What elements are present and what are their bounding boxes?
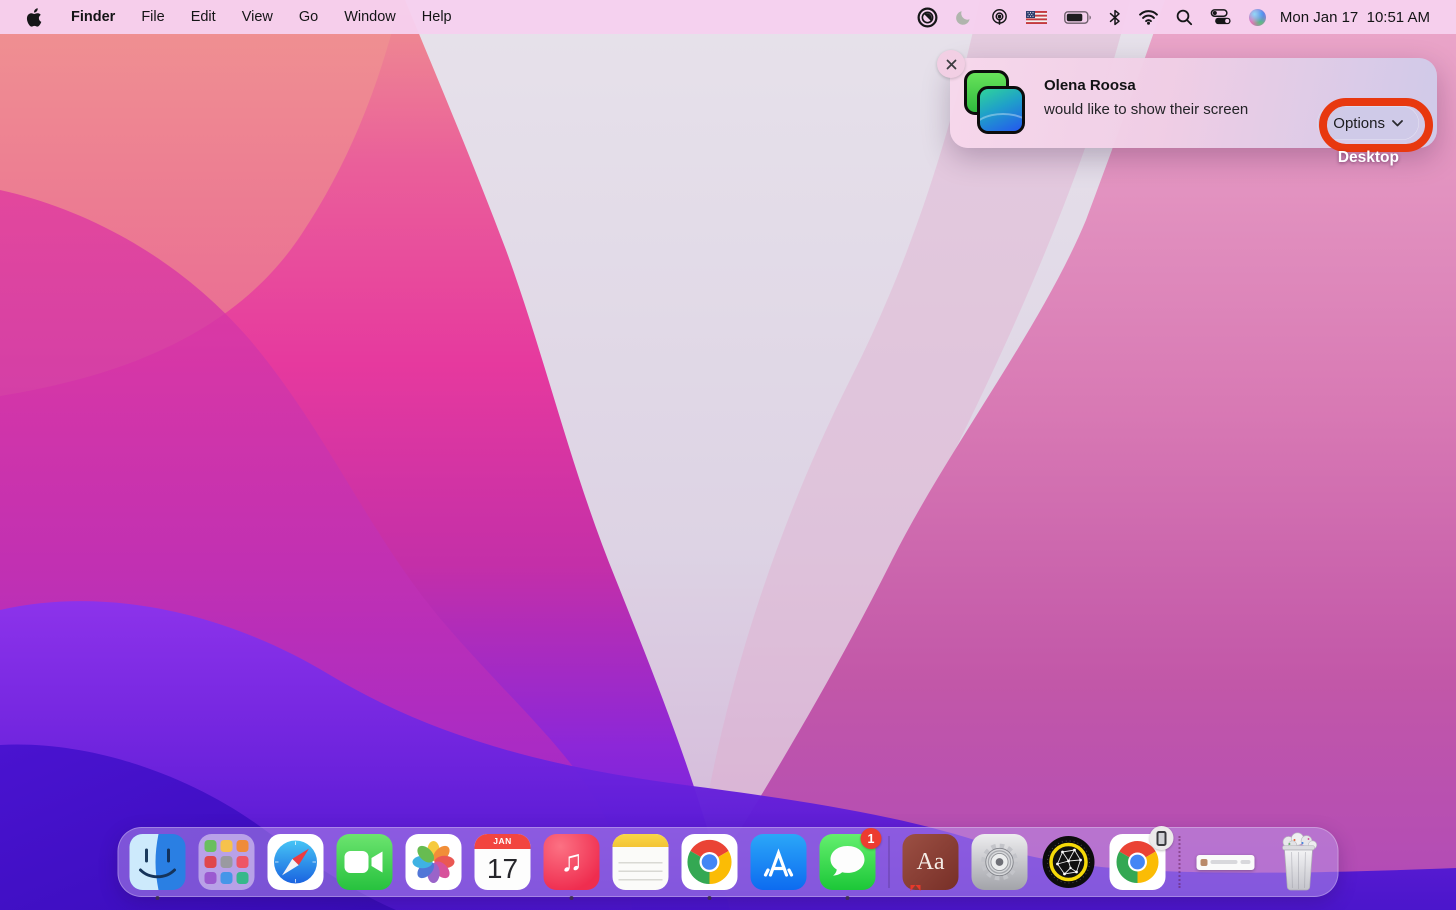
menu-bar-clock[interactable]: Mon Jan 17 10:51 AM [1280,9,1430,26]
calendar-day: 17 [475,849,531,890]
apple-menu-icon[interactable] [24,7,44,27]
battery-icon[interactable] [1064,6,1092,28]
dock-separator [889,836,890,888]
running-indicator [156,896,160,900]
menu-edit[interactable]: Edit [178,0,229,34]
dock-trash-icon[interactable] [1271,834,1327,890]
dock-messages-icon[interactable]: 1 [820,834,876,890]
siri-icon[interactable] [1249,6,1266,28]
running-indicator [570,896,574,900]
recording-ring-icon[interactable] [917,6,938,28]
notification-title: Olena Roosa [1044,77,1287,94]
menu-help[interactable]: Help [409,0,465,34]
dock-system-preferences-icon[interactable] [972,834,1028,890]
running-indicator [846,896,850,900]
dock-finder-icon[interactable] [130,834,186,890]
notification-message: would like to show their screen [1044,101,1287,118]
dictionary-glyph: Aa [917,849,945,876]
dock-app-store-icon[interactable] [751,834,807,890]
dock-chrome-app-icon[interactable] [1110,834,1166,890]
dock-separator-minimized [1179,836,1181,888]
dock-facetime-icon[interactable] [337,834,393,890]
running-indicator [708,896,712,900]
dock-minimized-window[interactable] [1194,834,1258,890]
dock-launchpad-icon[interactable] [199,834,255,890]
menu-window[interactable]: Window [331,0,409,34]
menu-finder[interactable]: Finder [58,0,128,34]
desktop-annotation-label: Desktop [1338,149,1399,167]
dock-safari-icon[interactable] [268,834,324,890]
notification-close-button[interactable] [937,50,965,78]
music-note-glyph: ♫ [560,845,583,879]
bluetooth-icon[interactable] [1109,6,1121,28]
menu-file[interactable]: File [128,0,177,34]
dock-calendar-icon[interactable]: JAN 17 [475,834,531,890]
dock-dictionary-icon[interactable]: Aa [903,834,959,890]
dock: JAN 17 ♫ 1 Aa [118,827,1339,897]
options-button[interactable]: Options [1317,106,1419,140]
menu-view[interactable]: View [229,0,286,34]
dock-around-icon[interactable] [1041,834,1097,890]
input-source-flag-icon[interactable] [1026,6,1047,28]
notification-badge: 1 [861,828,882,849]
dock-chrome-icon[interactable] [682,834,738,890]
dock-notes-icon[interactable] [613,834,669,890]
dock-music-icon[interactable]: ♫ [544,834,600,890]
macos-desktop: Finder File Edit View Go Window Help [0,0,1456,910]
control-center-icon[interactable] [1210,6,1232,28]
calendar-month: JAN [475,834,531,849]
menu-bar: Finder File Edit View Go Window Help [0,0,1456,34]
screen-sharing-app-icon [964,70,1030,136]
dictionary-bookmark [911,885,921,891]
screen-share-notification[interactable]: Olena Roosa would like to show their scr… [950,58,1437,148]
screen-broadcast-icon[interactable] [990,6,1009,28]
spotlight-search-icon[interactable] [1176,6,1193,28]
focus-moon-icon[interactable] [955,6,973,28]
wifi-icon[interactable] [1138,6,1159,28]
dock-photos-icon[interactable] [406,834,462,890]
menu-go[interactable]: Go [286,0,331,34]
chevron-down-icon [1392,120,1403,127]
device-badge-icon [1150,826,1174,850]
